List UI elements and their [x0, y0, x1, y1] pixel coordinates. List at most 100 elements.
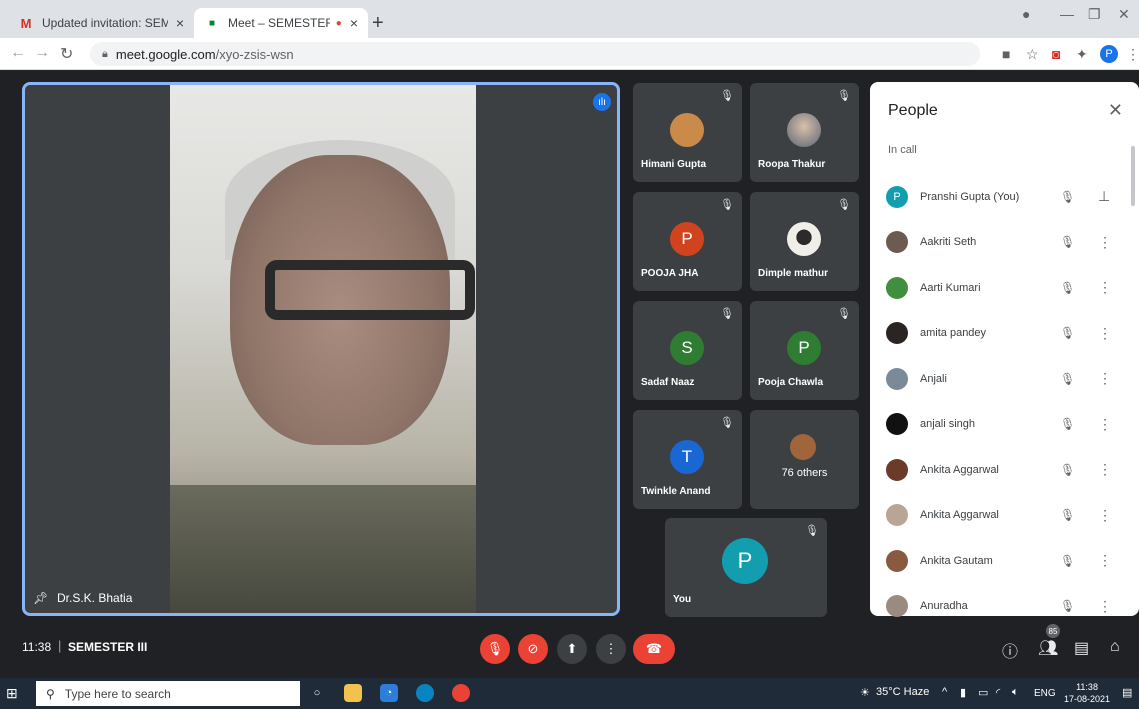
list-item[interactable]: Aakriti Seth 🎙︎ ⋮	[886, 220, 1116, 266]
avatar: S	[670, 331, 704, 365]
list-item[interactable]: Ankita Gautam 🎙︎ ⋮	[886, 538, 1116, 584]
speaker-glasses	[265, 260, 475, 320]
group-avatar	[790, 434, 816, 460]
file-explorer-icon[interactable]	[344, 684, 362, 702]
edge-chromium-icon[interactable]	[416, 684, 434, 702]
back-icon[interactable]: ←	[10, 44, 26, 62]
panel-scrollbar[interactable]	[1131, 146, 1135, 206]
avatar: P	[722, 538, 768, 584]
more-options-icon[interactable]: ⋮	[1098, 552, 1112, 569]
avatar: P	[886, 185, 908, 208]
speaker-video	[170, 85, 476, 613]
participant-name: POOJA JHA	[641, 268, 699, 279]
participant-tile[interactable]: 🎙︎ T Twinkle Anand	[633, 410, 742, 509]
info-icon[interactable]: ⓘ	[1002, 638, 1018, 662]
speaking-indicator-icon: ılı	[593, 93, 611, 111]
browser-menu-icon[interactable]: ⋮	[1126, 46, 1139, 63]
leave-call-button[interactable]: ☎︎	[633, 634, 675, 664]
avatar	[886, 322, 908, 345]
more-options-icon[interactable]: ⋮	[1098, 325, 1112, 342]
mic-off-icon: 🎙︎	[720, 199, 734, 211]
reload-icon[interactable]: ↻	[60, 44, 73, 64]
chrome-icon[interactable]	[452, 684, 470, 702]
task-view-icon[interactable]: ○	[308, 684, 326, 702]
extension-icon[interactable]: ◙	[1052, 46, 1060, 62]
participant-tile[interactable]: 🎙︎ Himani Gupta	[633, 83, 742, 182]
bookmark-star-icon[interactable]: ☆	[1026, 46, 1039, 63]
present-screen-button[interactable]: ⬆	[557, 634, 587, 664]
taskbar-clock[interactable]: 11:38 17-08-2021	[1064, 681, 1110, 705]
participant-tile[interactable]: 🎙︎ P Pooja Chawla	[750, 301, 859, 400]
more-options-icon[interactable]: ⋮	[1098, 279, 1112, 296]
list-item[interactable]: P Pranshi Gupta (You) 🎙︎ ⊥	[886, 174, 1116, 220]
avatar	[886, 458, 908, 481]
participant-tile[interactable]: 🎙︎ Dimple mathur	[750, 192, 859, 291]
network-icon[interactable]: ▮	[960, 686, 966, 699]
weather-text[interactable]: 35°C Haze	[876, 686, 929, 698]
pin-icon[interactable]: 📌︎	[33, 591, 48, 605]
meeting-name: SEMESTER III	[68, 640, 148, 654]
mic-off-icon: 🎙︎	[720, 417, 734, 429]
others-count: 76 others	[781, 467, 828, 479]
lock-icon: 🔒︎	[102, 47, 108, 60]
meet-icon: ■	[208, 17, 216, 29]
mic-off-icon: 🎙︎	[1060, 417, 1076, 432]
wifi-icon[interactable]: ◜	[996, 686, 1000, 699]
minimize-window-button[interactable]: —	[1060, 6, 1074, 22]
participant-name: Anuradha	[920, 600, 968, 613]
close-window-button[interactable]: ✕	[1118, 6, 1130, 23]
extensions-puzzle-icon[interactable]: ✦	[1076, 46, 1088, 63]
list-item[interactable]: amita pandey 🎙︎ ⋮	[886, 311, 1116, 357]
tab-meet[interactable]: ■ Meet – SEMESTER III ● ×	[194, 8, 368, 38]
volume-icon[interactable]: 🔈︎	[1012, 686, 1019, 699]
participant-name: Dimple mathur	[758, 268, 829, 279]
self-tile[interactable]: 🎙︎ P You	[665, 518, 827, 617]
mic-off-icon: 🎙︎	[720, 90, 734, 102]
language-indicator[interactable]: ENG	[1034, 688, 1056, 699]
forward-icon[interactable]: →	[34, 44, 50, 62]
tab-gmail[interactable]: M Updated invitation: SEMESTER III ×	[8, 8, 194, 38]
list-item[interactable]: Ankita Aggarwal 🎙︎ ⋮	[886, 493, 1116, 539]
camera-toggle-button[interactable]: ⊘	[518, 634, 548, 664]
new-tab-button[interactable]: +	[372, 12, 384, 35]
more-options-icon[interactable]: ⋮	[1098, 234, 1112, 251]
participant-tile[interactable]: 🎙︎ S Sadaf Naaz	[633, 301, 742, 400]
participant-tile[interactable]: 🎙︎ Roopa Thakur	[750, 83, 859, 182]
main-video-tile[interactable]: ılı 📌︎ Dr.S.K. Bhatia	[22, 82, 620, 616]
url-path: /xyo-zsis-wsn	[215, 46, 294, 62]
list-item[interactable]: Anjali 🎙︎ ⋮	[886, 356, 1116, 402]
maximize-window-button[interactable]: ❐	[1088, 6, 1101, 23]
mic-off-icon: 🎙︎	[837, 199, 851, 211]
edge-icon[interactable]: ◔	[380, 684, 398, 702]
others-tile[interactable]: 76 others	[750, 410, 859, 509]
notifications-icon[interactable]: ▤	[1122, 686, 1132, 699]
tray-chevron-icon[interactable]: ^	[942, 686, 947, 698]
list-item[interactable]: anjali singh 🎙︎ ⋮	[886, 402, 1116, 448]
more-options-button[interactable]: ⋮	[596, 634, 626, 664]
clock-time: 11:38	[1076, 682, 1098, 692]
list-item[interactable]: Aarti Kumari 🎙︎ ⋮	[886, 265, 1116, 311]
url-field[interactable]: 🔒︎ meet.google.com/xyo-zsis-wsn	[90, 42, 980, 66]
chat-icon[interactable]: ▤	[1074, 638, 1089, 658]
people-icon[interactable]: 👥︎	[1038, 638, 1058, 658]
close-tab-icon[interactable]: ×	[176, 15, 184, 31]
pin-icon[interactable]: ⊥	[1098, 188, 1110, 205]
windows-start-icon[interactable]: ⊞	[6, 685, 18, 702]
camera-icon[interactable]: ■	[1002, 46, 1010, 62]
more-options-icon[interactable]: ⋮	[1098, 461, 1112, 478]
mic-toggle-button[interactable]: 🎙︎	[480, 634, 510, 664]
more-options-icon[interactable]: ⋮	[1098, 507, 1112, 524]
close-tab-icon[interactable]: ×	[350, 15, 358, 31]
more-options-icon[interactable]: ⋮	[1098, 416, 1112, 433]
more-options-icon[interactable]: ⋮	[1098, 598, 1112, 615]
participant-tile[interactable]: 🎙︎ P POOJA JHA	[633, 192, 742, 291]
profile-indicator-icon[interactable]: ●	[1022, 6, 1030, 22]
taskbar-search-input[interactable]: ⚲ Type here to search	[36, 681, 300, 706]
profile-avatar[interactable]: P	[1100, 45, 1118, 63]
mic-off-icon: 🎙︎	[1060, 371, 1076, 386]
more-options-icon[interactable]: ⋮	[1098, 370, 1112, 387]
activities-icon[interactable]: ⌂	[1110, 638, 1120, 656]
list-item[interactable]: Ankita Aggarwal 🎙︎ ⋮	[886, 447, 1116, 493]
battery-icon[interactable]: ▭	[978, 686, 988, 699]
close-icon[interactable]: ✕	[1108, 100, 1123, 121]
